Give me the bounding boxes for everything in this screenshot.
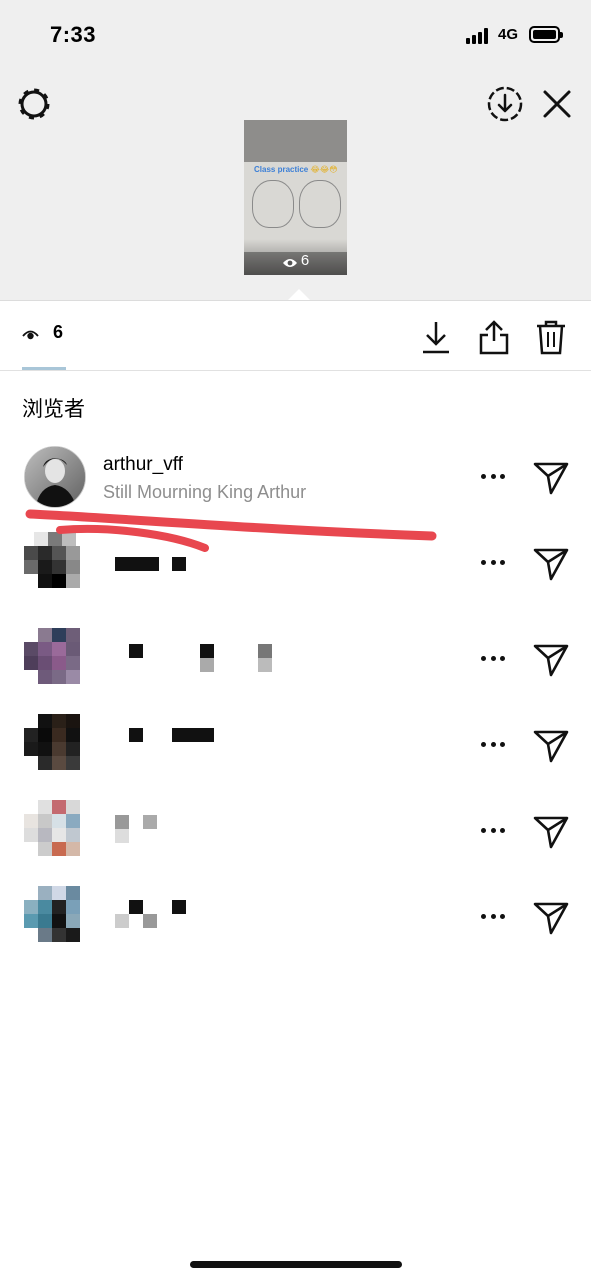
sketch-drawing [252, 180, 294, 228]
share-icon [479, 320, 509, 355]
viewer-username[interactable]: arthur_vff [103, 454, 183, 476]
redacted-username [129, 728, 143, 742]
thumbnail-view-count: 6 [244, 239, 347, 275]
avatar[interactable] [24, 886, 86, 948]
settings-button[interactable] [14, 84, 54, 124]
story-preview-area: 7:33 4G Class practice 😂😂😳 6 [0, 0, 591, 301]
delete-button[interactable] [533, 318, 569, 356]
redacted-username [129, 644, 143, 658]
more-options-button[interactable] [478, 732, 508, 756]
redacted-username [172, 557, 186, 571]
redacted-username [172, 900, 186, 914]
eye-icon [282, 259, 297, 267]
status-time: 7:33 [50, 22, 97, 47]
more-options-button[interactable] [478, 464, 508, 488]
redacted-subtitle [143, 914, 157, 928]
redacted-username [200, 644, 214, 658]
redacted-username [172, 728, 214, 742]
redacted-subtitle [115, 914, 129, 928]
download-circle-icon [487, 86, 523, 122]
divider [0, 300, 591, 301]
send-icon[interactable] [532, 546, 570, 582]
share-button[interactable] [476, 318, 512, 356]
download-icon [423, 322, 449, 354]
trash-icon [537, 320, 565, 355]
viewer-row[interactable] [0, 886, 591, 950]
close-icon [543, 90, 571, 118]
gear-icon [18, 88, 50, 120]
signal-icon [466, 28, 492, 44]
sketch-drawing [299, 180, 341, 228]
eye-icon [22, 330, 39, 340]
more-options-button[interactable] [478, 818, 508, 842]
avatar[interactable] [24, 532, 86, 594]
close-button[interactable] [537, 84, 577, 124]
more-options-button[interactable] [478, 646, 508, 670]
redacted-username [129, 900, 143, 914]
redacted-username [115, 815, 129, 829]
redacted-username [258, 644, 272, 658]
divider [0, 370, 591, 371]
send-icon[interactable] [532, 900, 570, 936]
viewer-row[interactable] [0, 714, 591, 778]
viewer-subtitle: Still Mourning King Arthur [103, 482, 307, 502]
network-label: 4G [498, 26, 519, 43]
redacted-username [143, 815, 157, 829]
viewer-count: 6 [53, 322, 64, 342]
more-options-button[interactable] [478, 550, 508, 574]
tab-viewers[interactable]: 6 [22, 322, 66, 370]
viewer-row[interactable] [0, 800, 591, 864]
avatar[interactable] [24, 446, 86, 508]
viewer-row[interactable]: arthur_vff Still Mourning King Arthur [0, 446, 591, 510]
redacted-username [115, 557, 159, 571]
avatar[interactable] [24, 714, 86, 776]
viewers-section-title: 浏览者 [22, 398, 85, 421]
send-icon[interactable] [532, 728, 570, 764]
viewer-row[interactable] [0, 532, 591, 596]
more-options-button[interactable] [478, 904, 508, 928]
viewer-row[interactable] [0, 628, 591, 692]
send-icon[interactable] [532, 642, 570, 678]
story-thumbnail[interactable]: Class practice 😂😂😳 6 [244, 120, 347, 275]
story-caption: Class practice 😂😂😳 [254, 165, 338, 174]
battery-icon [529, 26, 563, 43]
send-icon[interactable] [532, 460, 570, 496]
avatar[interactable] [24, 800, 86, 862]
save-story-button[interactable] [485, 84, 525, 124]
redacted-subtitle [258, 658, 272, 672]
home-indicator[interactable] [190, 1261, 402, 1268]
redacted-subtitle [115, 829, 129, 843]
redacted-subtitle [200, 658, 214, 672]
download-button[interactable] [418, 318, 454, 356]
send-icon[interactable] [532, 814, 570, 850]
avatar[interactable] [24, 628, 86, 690]
